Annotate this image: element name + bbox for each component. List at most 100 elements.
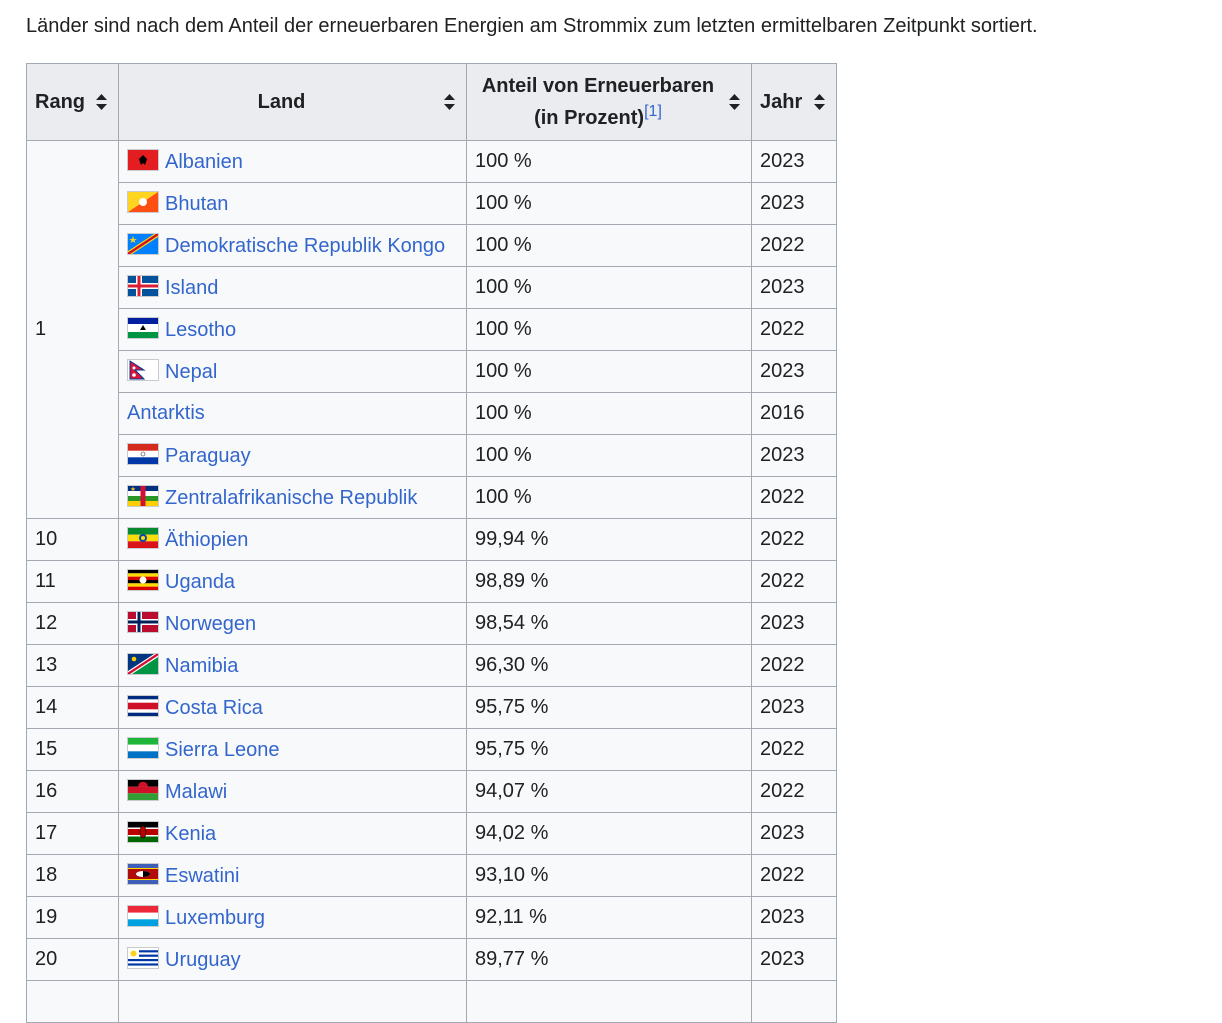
table-row: Bhutan 100 % 2023 (27, 182, 837, 225)
share-cell: 93,10 % (466, 854, 752, 897)
share-cell: 100 % (466, 476, 752, 519)
intro-text: Länder sind nach dem Anteil der erneuerb… (26, 15, 1038, 37)
rank-cell: 1 (26, 140, 119, 519)
year-cell: 2022 (751, 518, 837, 561)
table-row: Zentralafrikanische Republik 100 % 2022 (27, 476, 837, 519)
country-link[interactable]: Antarktis (127, 402, 205, 424)
country-link[interactable]: Luxemburg (165, 907, 265, 929)
table-row: Lesotho 100 % 2022 (27, 308, 837, 351)
country-cell: Zentralafrikanische Republik (118, 476, 467, 519)
country-link[interactable]: Nepal (165, 361, 217, 383)
table-row: 10 Äthiopien 99,94 % 2022 (26, 518, 837, 561)
rank-cell: 20 (26, 938, 119, 981)
country-link[interactable]: Paraguay (165, 445, 251, 467)
share-cell: 95,75 % (466, 728, 752, 771)
table-row: 17 Kenia 94,02 % 2023 (26, 812, 837, 855)
year-cell: 2022 (751, 560, 837, 603)
country-cell: Paraguay (118, 434, 467, 477)
table-row: 15 Sierra Leone 95,75 % 2022 (26, 728, 837, 771)
albania-flag-icon (127, 149, 159, 171)
column-header-rang[interactable]: Rang (26, 63, 119, 141)
lesotho-flag-icon (127, 317, 159, 339)
country-link[interactable]: Island (165, 277, 218, 299)
table-row: 19 Luxemburg 92,11 % 2023 (26, 896, 837, 939)
ethiopia-flag-icon (127, 527, 159, 549)
table-row: 13 Namibia 96,30 % 2022 (26, 644, 837, 687)
share-cell: 95,75 % (466, 686, 752, 729)
rank-cell: 12 (26, 602, 119, 645)
malawi-flag-icon (127, 779, 159, 801)
share-cell: 100 % (466, 434, 752, 477)
column-header-anteil[interactable]: Anteil von Erneuerbaren (in Prozent)[1] (466, 63, 752, 141)
year-cell: 2023 (751, 602, 837, 645)
luxembourg-flag-icon (127, 905, 159, 927)
norway-flag-icon (127, 611, 159, 633)
year-cell: 2023 (751, 896, 837, 939)
iceland-flag-icon (127, 275, 159, 297)
renewables-table: Rang Land Anteil von Erneuerbaren (in Pr… (26, 63, 837, 1023)
reference-link[interactable]: [1] (644, 103, 662, 120)
bhutan-flag-icon (127, 191, 159, 213)
share-cell: 100 % (466, 392, 752, 435)
rank-cell: 19 (26, 896, 119, 939)
country-cell: Namibia (118, 644, 467, 687)
table-row: Island 100 % 2023 (27, 266, 837, 309)
country-link[interactable]: Sierra Leone (165, 739, 280, 761)
table-row: Nepal 100 % 2023 (27, 350, 837, 393)
year-cell: 2022 (751, 728, 837, 771)
table-header-row: Rang Land Anteil von Erneuerbaren (in Pr… (26, 63, 837, 141)
country-link[interactable]: Costa Rica (165, 697, 263, 719)
year-cell: 2023 (751, 812, 837, 855)
column-header-anteil-label-line1: Anteil von Erneuerbaren (481, 75, 715, 97)
country-link[interactable]: Demokratische Republik Kongo (165, 235, 445, 257)
country-link[interactable]: Lesotho (165, 319, 236, 341)
sort-icon[interactable] (444, 94, 458, 110)
year-cell: 2023 (751, 686, 837, 729)
share-cell: 94,02 % (466, 812, 752, 855)
costa-rica-flag-icon (127, 695, 159, 717)
country-link[interactable]: Malawi (165, 781, 227, 803)
share-cell: 96,30 % (466, 644, 752, 687)
column-header-jahr[interactable]: Jahr (751, 63, 837, 141)
sort-icon[interactable] (814, 94, 828, 110)
country-link[interactable]: Zentralafrikanische Republik (165, 487, 417, 509)
table-row: 12 Norwegen 98,54 % 2023 (26, 602, 837, 645)
country-cell: Uruguay (118, 938, 467, 981)
sort-icon[interactable] (96, 94, 110, 110)
paraguay-flag-icon (127, 443, 159, 465)
country-cell: Antarktis (118, 392, 467, 435)
country-link[interactable]: Eswatini (165, 865, 239, 887)
year-cell: 2023 (751, 182, 837, 225)
country-cell: Kenia (118, 812, 467, 855)
country-cell: Costa Rica (118, 686, 467, 729)
country-link[interactable]: Albanien (165, 151, 243, 173)
country-link[interactable]: Uruguay (165, 949, 241, 971)
country-cell: Eswatini (118, 854, 467, 897)
kenya-flag-icon (127, 821, 159, 843)
year-cell: 2022 (751, 854, 837, 897)
country-link[interactable]: Uganda (165, 571, 235, 593)
column-header-rang-label: Rang (35, 90, 85, 113)
country-link[interactable]: Kenia (165, 823, 216, 845)
country-link[interactable]: Norwegen (165, 613, 256, 635)
sierra-leone-flag-icon (127, 737, 159, 759)
country-cell: Sierra Leone (118, 728, 467, 771)
country-link[interactable]: Bhutan (165, 193, 228, 215)
country-link[interactable]: Namibia (165, 655, 238, 677)
rank-cell: 15 (26, 728, 119, 771)
uruguay-flag-icon (127, 947, 159, 969)
country-cell: Lesotho (118, 308, 467, 351)
sort-icon[interactable] (729, 94, 743, 110)
year-cell: 2022 (751, 644, 837, 687)
table-row: 20 Uruguay 89,77 % 2023 (26, 938, 837, 981)
rank-cell: 14 (26, 686, 119, 729)
eswatini-flag-icon (127, 863, 159, 885)
year-cell: 2023 (751, 434, 837, 477)
country-link[interactable]: Äthiopien (165, 529, 248, 551)
country-cell: Uganda (118, 560, 467, 603)
country-cell: Albanien (118, 140, 467, 183)
column-header-land[interactable]: Land (118, 63, 467, 141)
country-cell: Bhutan (118, 182, 467, 225)
table-row: 16 Malawi 94,07 % 2022 (26, 770, 837, 813)
dr-congo-flag-icon (127, 233, 159, 255)
